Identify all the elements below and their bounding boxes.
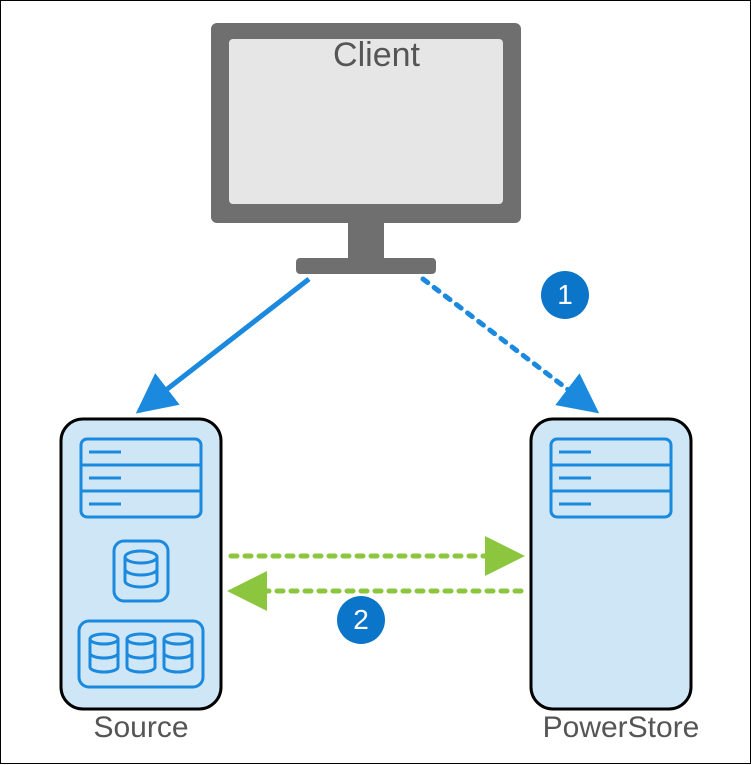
edge-client-to-source — [139, 279, 309, 411]
step-badge-2: 2 — [337, 596, 385, 644]
diagram-canvas: Client Source PowerStore 1 2 — [0, 0, 751, 764]
client-label: Client — [1, 36, 751, 75]
powerstore-label: PowerStore — [511, 711, 731, 745]
powerstore-appliance — [531, 419, 691, 709]
step-badge-1: 1 — [541, 271, 589, 319]
source-label: Source — [41, 711, 241, 745]
diagram-svg — [1, 1, 751, 765]
source-appliance — [61, 419, 221, 709]
